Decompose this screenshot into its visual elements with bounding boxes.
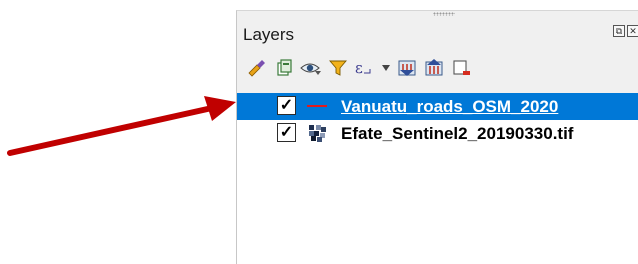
style-manager-icon[interactable] (245, 57, 269, 79)
add-group-icon[interactable] (272, 57, 296, 79)
layer-name[interactable]: Efate_Sentinel2_20190330.tif (341, 124, 573, 144)
layer-row-vanuatu-roads[interactable]: ✓ Vanuatu_roads_OSM_2020 (237, 93, 638, 120)
dock-grip-handle[interactable] (433, 12, 455, 16)
layer-row-efate-sentinel2[interactable]: ✓ Efate_Sentinel2_20190330.tif (237, 120, 638, 147)
close-panel-icon[interactable]: ✕ (627, 25, 638, 37)
layers-panel-header: Layers ⧉ ✕ ε (237, 11, 638, 93)
layer-visibility-checkbox[interactable]: ✓ (277, 96, 296, 115)
line-symbol-icon (307, 105, 327, 107)
visibility-eye-icon[interactable] (299, 57, 323, 79)
expand-all-icon[interactable] (395, 57, 419, 79)
layer-visibility-checkbox[interactable]: ✓ (277, 123, 296, 142)
collapse-all-icon[interactable] (422, 57, 446, 79)
layer-tree: ✓ Vanuatu_roads_OSM_2020 ✓ Efate_Sentine… (237, 93, 638, 147)
layer-name[interactable]: Vanuatu_roads_OSM_2020 (341, 97, 558, 117)
layers-panel: Layers ⧉ ✕ ε ✓ Vanuatu_roads_OSM_2020 ✓ … (236, 10, 638, 264)
expression-filter-icon[interactable]: ε (353, 57, 377, 79)
float-panel-icon[interactable]: ⧉ (613, 25, 625, 37)
raster-symbol-icon (309, 125, 326, 142)
panel-title: Layers (243, 25, 295, 44)
layers-toolbar: ε (245, 57, 473, 79)
expression-glyph: ε (355, 59, 363, 77)
chevron-down-icon[interactable] (380, 57, 392, 79)
window-buttons: ⧉ ✕ (613, 25, 638, 43)
filter-icon[interactable] (326, 57, 350, 79)
remove-layer-icon[interactable] (449, 57, 473, 79)
